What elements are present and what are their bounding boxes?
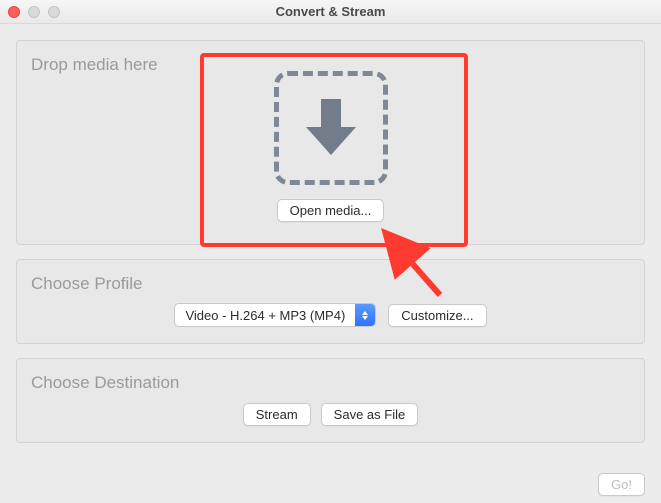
drop-media-panel: Drop media here Open media...: [16, 40, 645, 245]
minimize-window-button[interactable]: [28, 6, 40, 18]
footer: Go!: [0, 473, 661, 496]
choose-profile-panel: Choose Profile Video - H.264 + MP3 (MP4)…: [16, 259, 645, 344]
titlebar: Convert & Stream: [0, 0, 661, 24]
window-title: Convert & Stream: [0, 4, 661, 19]
go-button[interactable]: Go!: [598, 473, 645, 496]
save-as-file-button[interactable]: Save as File: [321, 403, 419, 426]
down-arrow-icon: [304, 95, 358, 162]
open-media-button[interactable]: Open media...: [277, 199, 385, 222]
stream-button[interactable]: Stream: [243, 403, 311, 426]
customize-button[interactable]: Customize...: [388, 304, 486, 327]
drop-media-title: Drop media here: [31, 55, 158, 75]
close-window-button[interactable]: [8, 6, 20, 18]
choose-profile-title: Choose Profile: [31, 274, 143, 294]
select-caret-icon: [355, 304, 375, 326]
choose-destination-title: Choose Destination: [31, 373, 179, 393]
traffic-lights: [8, 6, 60, 18]
content: Drop media here Open media... Choose Pro…: [0, 24, 661, 473]
choose-destination-panel: Choose Destination Stream Save as File: [16, 358, 645, 443]
drop-zone[interactable]: [274, 71, 388, 185]
zoom-window-button[interactable]: [48, 6, 60, 18]
profile-select[interactable]: Video - H.264 + MP3 (MP4): [174, 303, 376, 327]
profile-select-value: Video - H.264 + MP3 (MP4): [175, 308, 355, 323]
